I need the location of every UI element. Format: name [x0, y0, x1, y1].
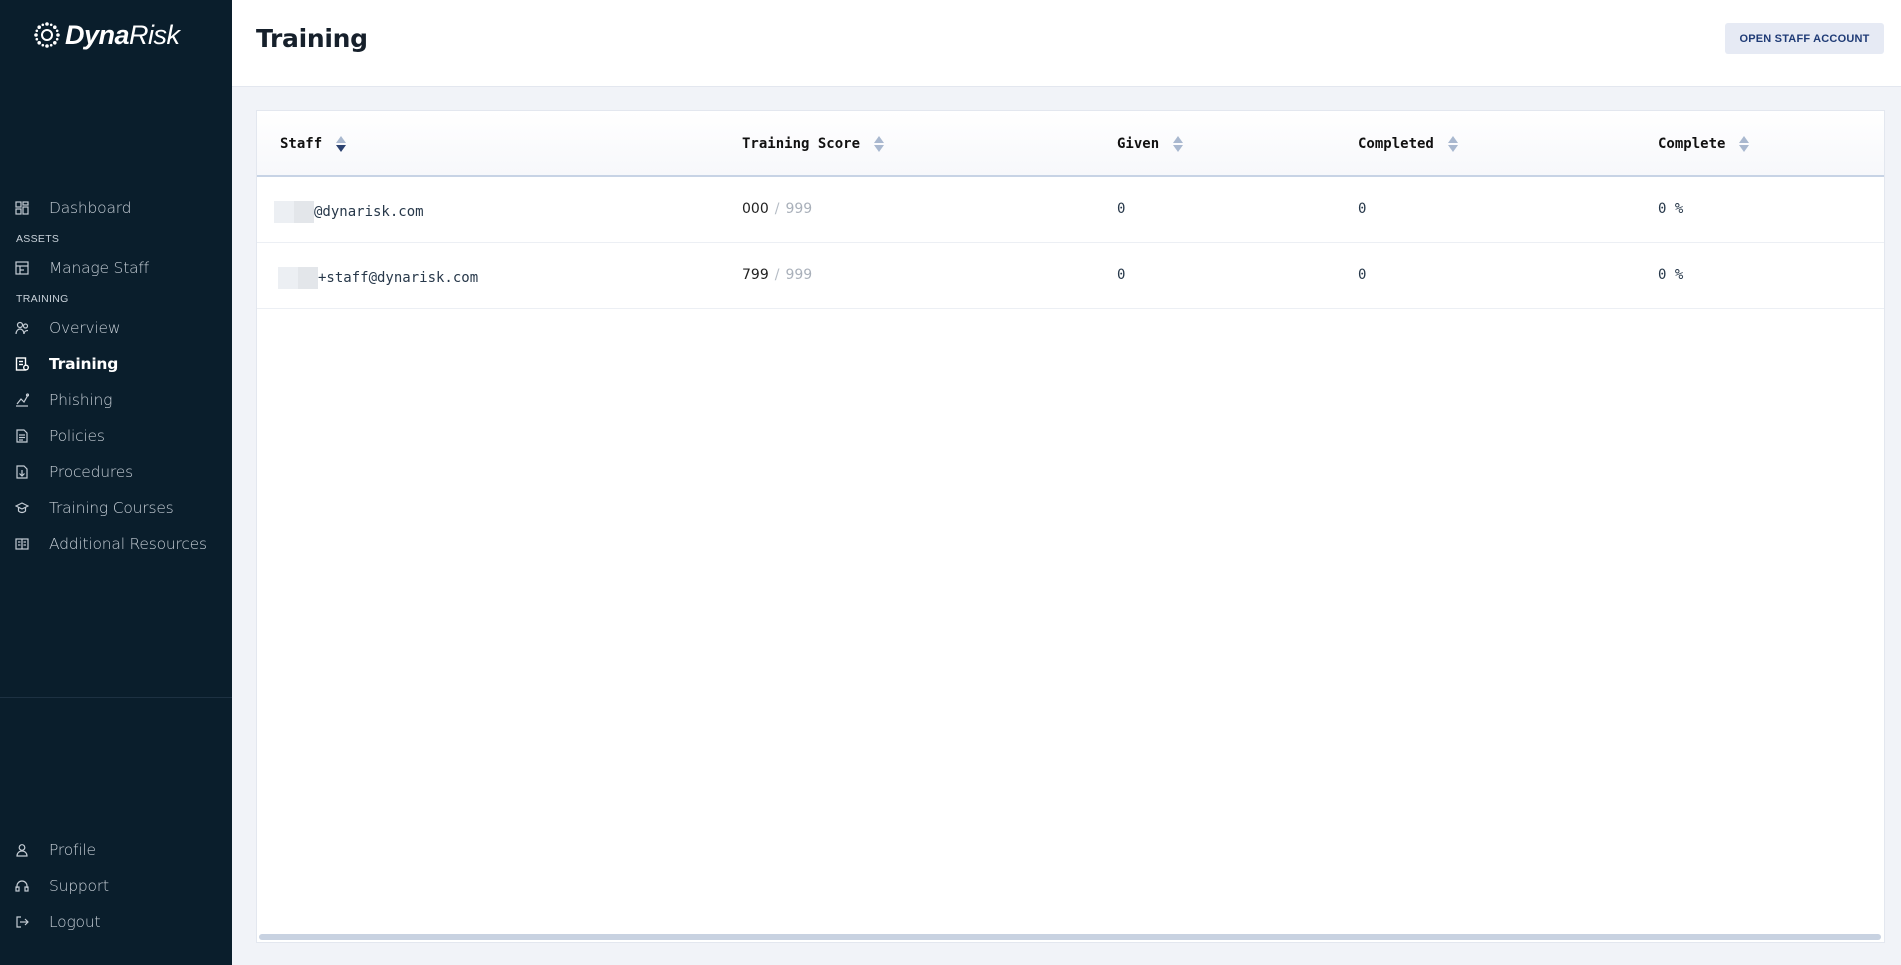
sort-icon[interactable]: [874, 135, 885, 153]
column-header-complete[interactable]: Complete: [1658, 135, 1750, 153]
headset-icon: [15, 879, 29, 893]
sidebar-item-support[interactable]: Support: [0, 871, 232, 901]
sidebar-divider: [0, 697, 232, 698]
graduation-cap-icon: [15, 501, 29, 515]
sidebar-item-label: Overview: [49, 319, 121, 337]
completed-count: 0: [1358, 267, 1367, 283]
users-icon: [15, 321, 29, 335]
sort-icon[interactable]: [1173, 135, 1184, 153]
sidebar-item-overview[interactable]: Overview: [0, 313, 232, 343]
logout-icon: [15, 915, 29, 929]
sidebar-item-logout[interactable]: Logout: [0, 907, 232, 937]
sidebar-item-label: Support: [49, 877, 109, 895]
logo-sun-icon: [34, 22, 60, 48]
training-table: Staff Training Score Given Completed Com…: [256, 110, 1885, 943]
sidebar-item-procedures[interactable]: Procedures: [0, 457, 232, 487]
sidebar-item-profile[interactable]: Profile: [0, 835, 232, 865]
sidebar-item-additional-resources[interactable]: Additional Resources: [0, 529, 232, 559]
open-staff-account-button[interactable]: OPEN STAFF ACCOUNT: [1725, 23, 1884, 54]
sidebar-item-label: Policies: [49, 427, 105, 445]
column-header-completed[interactable]: Completed: [1358, 135, 1458, 153]
section-label-training: TRAINING: [16, 293, 69, 305]
sidebar-item-label: Dashboard: [49, 199, 132, 217]
sort-icon[interactable]: [1739, 135, 1750, 153]
sidebar-item-policies[interactable]: Policies: [0, 421, 232, 451]
sort-icon[interactable]: [1447, 135, 1458, 153]
training-score: 000 / 999: [742, 201, 813, 217]
redacted-block: [274, 201, 314, 223]
document-icon: [15, 429, 29, 443]
completed-count: 0: [1358, 201, 1367, 217]
sidebar-item-label: Phishing: [49, 391, 113, 409]
given-count: 0: [1117, 267, 1126, 283]
sidebar-item-training-courses[interactable]: Training Courses: [0, 493, 232, 523]
page-title: Training: [256, 24, 368, 53]
column-header-training-score[interactable]: Training Score: [742, 135, 885, 153]
training-icon: [15, 357, 29, 371]
training-score: 799 / 999: [742, 267, 813, 283]
table-row[interactable]: +staff@dynarisk.com 799 / 999 0 0 0 %: [257, 243, 1884, 309]
sidebar-item-label: Manage Staff: [49, 259, 149, 277]
horizontal-scrollbar[interactable]: [259, 934, 1881, 940]
user-icon: [15, 843, 29, 857]
sidebar: DynaRisk Dashboard ASSETS Manage Staff T…: [0, 0, 232, 965]
column-header-given[interactable]: Given: [1117, 135, 1184, 153]
dashboard-icon: [15, 201, 29, 215]
sidebar-item-label: Additional Resources: [49, 535, 207, 553]
sidebar-item-training[interactable]: Training: [0, 349, 232, 379]
table-row[interactable]: @dynarisk.com 000 / 999 0 0 0 %: [257, 177, 1884, 243]
dynarisk-logo[interactable]: DynaRisk: [33, 20, 180, 50]
sort-descending-icon[interactable]: [336, 135, 347, 153]
page-header: Training OPEN STAFF ACCOUNT: [232, 0, 1901, 87]
phishing-hook-icon: [15, 393, 29, 407]
sidebar-item-manage-staff[interactable]: Manage Staff: [0, 253, 232, 283]
book-icon: [15, 537, 29, 551]
redacted-block: [278, 267, 318, 289]
sidebar-item-label: Training Courses: [49, 499, 174, 517]
sidebar-item-label: Training: [49, 355, 119, 373]
column-header-staff[interactable]: Staff: [280, 135, 347, 153]
staff-email: +staff@dynarisk.com: [278, 267, 478, 289]
sidebar-item-label: Procedures: [49, 463, 133, 481]
complete-percent: 0 %: [1658, 201, 1684, 217]
sidebar-item-label: Profile: [49, 841, 96, 859]
staff-email: @dynarisk.com: [274, 201, 424, 223]
sidebar-item-label: Logout: [49, 913, 101, 931]
sidebar-item-phishing[interactable]: Phishing: [0, 385, 232, 415]
logo-text: DynaRisk: [65, 19, 180, 50]
sidebar-item-dashboard[interactable]: Dashboard: [0, 193, 232, 223]
building-icon: [15, 261, 29, 275]
table-header: Staff Training Score Given Completed Com…: [257, 111, 1884, 177]
given-count: 0: [1117, 201, 1126, 217]
file-download-icon: [15, 465, 29, 479]
section-label-assets: ASSETS: [16, 233, 60, 245]
complete-percent: 0 %: [1658, 267, 1684, 283]
